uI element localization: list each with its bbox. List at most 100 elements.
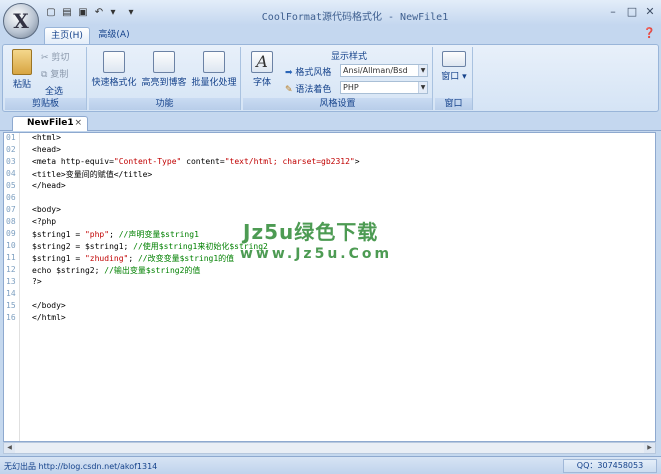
copy-button[interactable]: ⧉ 复制 xyxy=(41,67,68,80)
syntax-color-text: 语法着色 xyxy=(295,85,332,95)
code-line: </html> xyxy=(32,313,66,322)
app-logo-icon: X xyxy=(13,9,29,33)
scissors-icon: ✂ xyxy=(41,53,49,63)
syntax-color-select[interactable]: PHP ▼ xyxy=(340,81,428,94)
line-number: 11 xyxy=(6,253,16,262)
group-label-style-settings: 风格设置 xyxy=(243,98,432,110)
line-number: 15 xyxy=(6,301,16,310)
undo-dropdown-icon[interactable]: ▾ xyxy=(106,6,120,19)
line-number: 02 xyxy=(6,145,16,154)
group-style-settings: A 字体 显示样式 ➡ 格式风格 Ansi/Allman/Bsd ▼ ✎ 语法着色… xyxy=(243,47,433,110)
cut-label: 剪切 xyxy=(51,53,70,63)
format-style-value: Ansi/Allman/Bsd xyxy=(343,66,408,75)
code-line: <body> xyxy=(32,205,61,214)
status-qq: QQ：307458053 xyxy=(563,459,657,473)
minimize-icon[interactable]: – xyxy=(606,5,620,19)
document-tab-bar: NewFile1 × xyxy=(0,114,661,131)
line-number: 16 xyxy=(6,313,16,322)
close-icon[interactable]: ✕ xyxy=(643,5,657,19)
copy-label: 复制 xyxy=(50,70,69,80)
group-label-window: 窗口 xyxy=(435,98,472,110)
arrow-right-icon: ➡ xyxy=(285,68,293,78)
new-file-icon[interactable]: ▢ xyxy=(44,6,58,19)
batch-format-label: 批量化处理 xyxy=(191,78,237,88)
code-line: </body> xyxy=(32,301,66,310)
code-line: $string2 = $string1; //使用$string1来初始化$st… xyxy=(32,242,268,251)
line-number: 06 xyxy=(6,193,16,202)
highlight-blog-icon xyxy=(153,51,175,73)
title-bar: ▢ ▤ ▣ ↶ ▾ ▾ CoolFormat源代码格式化 - NewFile1 … xyxy=(0,0,661,25)
group-clipboard: 粘贴 ✂ 剪切 ⧉ 复制 全选 剪贴板 xyxy=(5,47,87,110)
group-label-function: 功能 xyxy=(89,98,240,110)
quick-format-button[interactable]: 快速格式化 xyxy=(90,51,138,88)
status-author-link: 无幻出品 http://blog.csdn.net/akof1314 xyxy=(4,462,158,471)
group-function: 快速格式化 高亮到博客 批量化处理 功能 xyxy=(89,47,241,110)
status-bar: 无幻出品 http://blog.csdn.net/akof1314 QQ：30… xyxy=(0,456,661,474)
scroll-left-icon[interactable]: ◀ xyxy=(4,443,15,453)
copy-icon: ⧉ xyxy=(41,70,48,80)
line-number-gutter: 01 02 03 04 05 06 07 08 09 10 11 12 13 1… xyxy=(4,133,20,441)
chevron-down-icon: ▼ xyxy=(418,82,427,93)
ribbon-home: 粘贴 ✂ 剪切 ⧉ 复制 全选 剪贴板 快速格式化 高亮到博客 批量化处理 功能 xyxy=(2,44,659,112)
code-line: ?> xyxy=(32,277,42,286)
undo-icon[interactable]: ↶ xyxy=(92,6,106,19)
document-tab-label: NewFile1 xyxy=(27,118,74,128)
select-all-button[interactable]: 全选 xyxy=(45,84,63,97)
line-number: 09 xyxy=(6,229,16,238)
ribbon-tab-bar: 主页(H) 高级(A) 样式 ▾ ❓ xyxy=(0,25,661,66)
tab-home[interactable]: 主页(H) xyxy=(44,27,90,44)
format-style-text: 格式风格 xyxy=(295,68,332,78)
font-icon: A xyxy=(251,51,273,73)
format-style-select[interactable]: Ansi/Allman/Bsd ▼ xyxy=(340,64,428,77)
line-number: 04 xyxy=(6,169,16,178)
highlight-blog-button[interactable]: 高亮到博客 xyxy=(140,51,188,88)
code-line: </head> xyxy=(32,181,66,190)
line-number: 14 xyxy=(6,289,16,298)
paste-label: 粘贴 xyxy=(12,80,31,90)
code-editor[interactable]: 01 02 03 04 05 06 07 08 09 10 11 12 13 1… xyxy=(3,132,656,442)
code-line: $string1 = "php"; //声明变量$string1 xyxy=(32,230,199,239)
coolformat-window: ▢ ▤ ▣ ↶ ▾ ▾ CoolFormat源代码格式化 - NewFile1 … xyxy=(0,0,661,474)
quick-format-label: 快速格式化 xyxy=(91,78,137,88)
syntax-color-label: ✎ 语法着色 xyxy=(285,82,331,95)
window-button[interactable]: 窗口 ▾ xyxy=(439,51,469,82)
code-line: echo $string2; //输出变量$string2的值 xyxy=(32,266,201,275)
code-line: <meta http-equiv="Content-Type" content=… xyxy=(32,157,360,166)
highlight-blog-label: 高亮到博客 xyxy=(141,78,187,88)
line-number: 12 xyxy=(6,265,16,274)
group-label-clipboard: 剪贴板 xyxy=(5,98,86,110)
customize-qat-icon[interactable]: ▾ xyxy=(124,6,138,19)
help-icon[interactable]: ❓ xyxy=(643,28,655,39)
code-line: <?php xyxy=(32,217,57,226)
application-menu-button[interactable]: X xyxy=(3,3,39,39)
watermark-title: Jz5u绿色下载 xyxy=(243,220,379,244)
save-icon[interactable]: ▣ xyxy=(76,6,90,19)
line-number: 13 xyxy=(6,277,16,286)
window-label: 窗口 xyxy=(441,72,460,82)
tab-advanced[interactable]: 高级(A) xyxy=(94,27,134,44)
chevron-down-icon: ▼ xyxy=(418,65,427,76)
line-number: 07 xyxy=(6,205,16,214)
syntax-color-value: PHP xyxy=(343,83,359,92)
maximize-icon[interactable]: □ xyxy=(625,5,639,19)
watermark-url: www.Jz5u.Com xyxy=(240,246,393,262)
paste-button[interactable]: 粘贴 xyxy=(9,49,35,90)
code-line: $string1 = "zhuding"; //改变变量$string1的值 xyxy=(32,254,235,263)
windows-icon xyxy=(442,51,466,67)
display-style-header: 显示样式 xyxy=(331,52,368,62)
format-style-label: ➡ 格式风格 xyxy=(285,65,331,78)
scroll-right-icon[interactable]: ▶ xyxy=(644,443,655,453)
line-number: 08 xyxy=(6,217,16,226)
batch-format-icon xyxy=(203,51,225,73)
font-button[interactable]: A 字体 xyxy=(247,51,277,88)
tab-newfile1[interactable]: NewFile1 × xyxy=(12,116,88,131)
folder-open-icon[interactable]: ▤ xyxy=(60,6,74,19)
horizontal-scrollbar[interactable]: ◀ ▶ xyxy=(3,442,656,454)
line-number: 01 xyxy=(6,133,16,142)
window-title: CoolFormat源代码格式化 - NewFile1 xyxy=(261,12,449,23)
font-label: 字体 xyxy=(252,78,271,88)
batch-format-button[interactable]: 批量化处理 xyxy=(190,51,238,88)
line-number: 03 xyxy=(6,157,16,166)
cut-button[interactable]: ✂ 剪切 xyxy=(41,50,69,63)
close-tab-icon[interactable]: × xyxy=(74,117,82,130)
